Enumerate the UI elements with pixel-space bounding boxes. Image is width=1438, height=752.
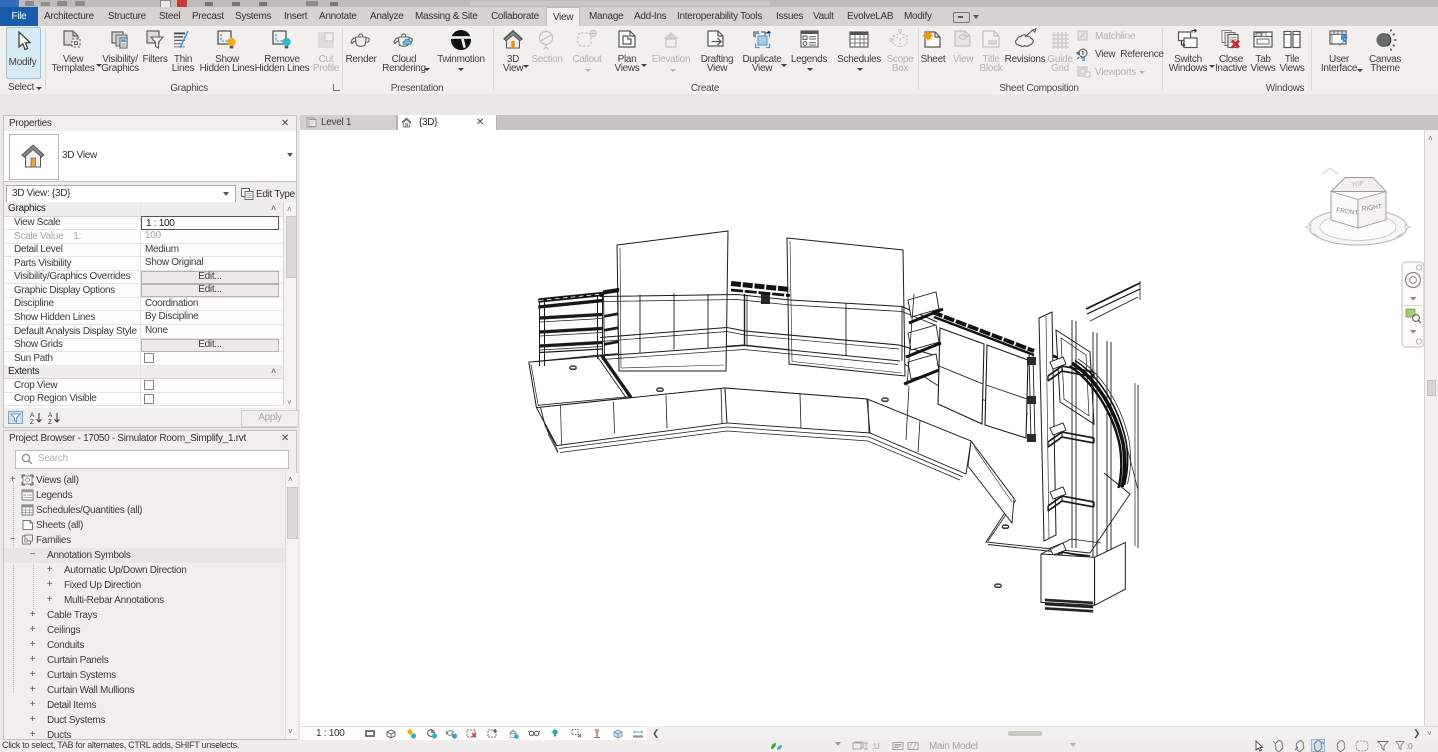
svg-text::U: :U	[872, 742, 880, 751]
svg-text:Z: Z	[48, 419, 52, 424]
svg-text:A: A	[30, 412, 35, 419]
svg-text:Z: Z	[30, 419, 34, 424]
svg-text:A: A	[48, 412, 53, 419]
svg-text::0: :0	[1406, 741, 1413, 751]
